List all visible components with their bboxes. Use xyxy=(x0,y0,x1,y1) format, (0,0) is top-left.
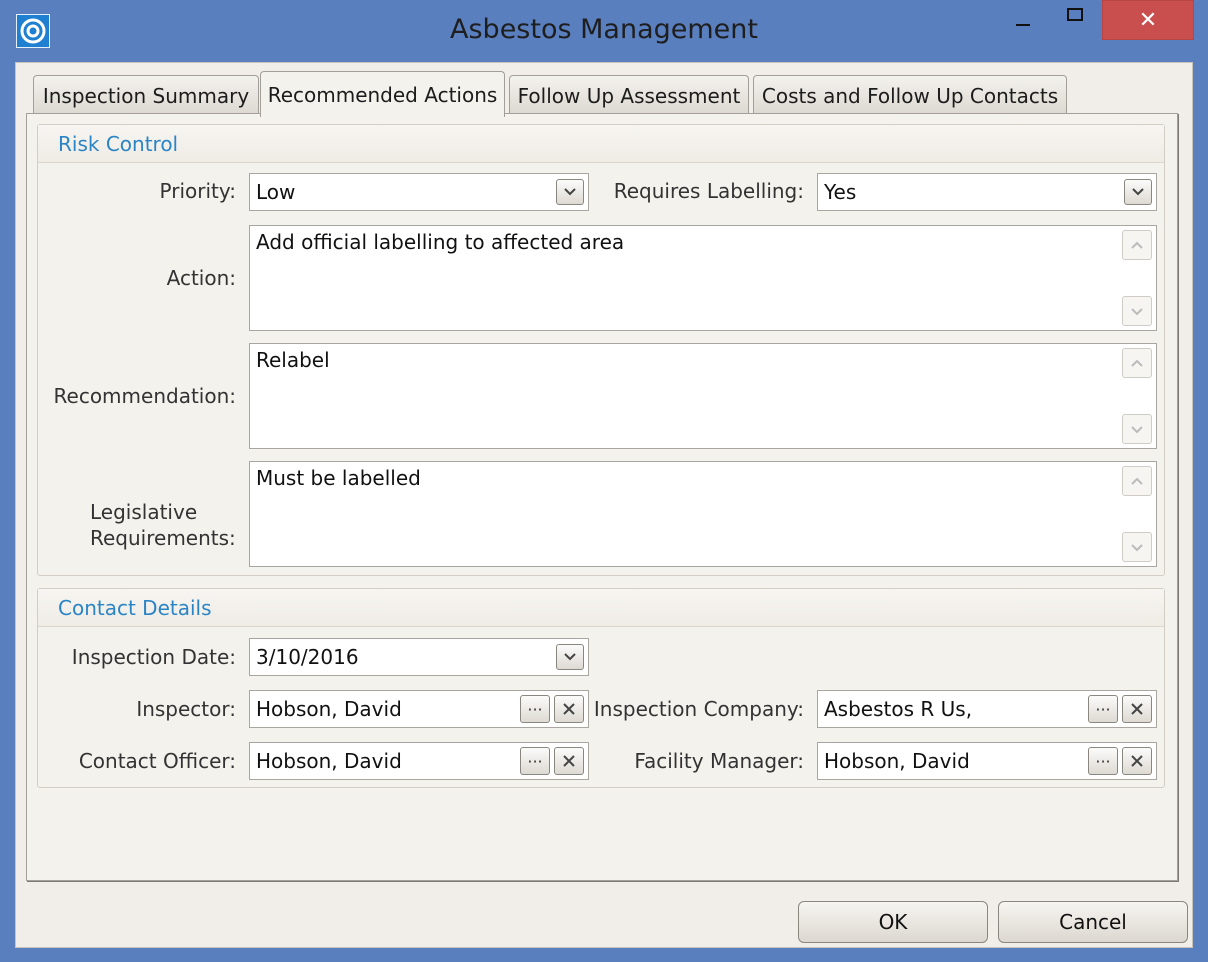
chevron-down-icon xyxy=(564,653,576,661)
contact-details-header: Contact Details xyxy=(38,589,1164,627)
maximize-button[interactable] xyxy=(1052,0,1098,40)
clear-x-icon xyxy=(563,755,575,767)
inspector-browse-button[interactable]: ··· xyxy=(520,695,550,723)
ellipsis-icon: ··· xyxy=(527,699,543,719)
tab-inspection-summary[interactable]: Inspection Summary xyxy=(33,75,259,115)
scroll-up-button[interactable] xyxy=(1122,230,1152,260)
action-value: Add official labelling to affected area xyxy=(256,230,625,254)
tab-costs-and-follow-up-contacts[interactable]: Costs and Follow Up Contacts xyxy=(753,75,1067,115)
recommendation-textarea[interactable]: Relabel xyxy=(249,343,1157,449)
risk-control-group: Risk Control Priority: Low Requires Labe… xyxy=(37,124,1165,576)
minimize-button[interactable] xyxy=(1000,0,1046,40)
legislative-label-line1: Legislative xyxy=(90,500,198,524)
inspection-date-picker[interactable]: 3/10/2016 xyxy=(249,638,589,676)
contact-details-group: Contact Details Inspection Date: 3/10/20… xyxy=(37,588,1165,788)
scroll-up-button[interactable] xyxy=(1122,466,1152,496)
ok-button[interactable]: OK xyxy=(798,901,988,943)
action-textarea[interactable]: Add official labelling to affected area xyxy=(249,225,1157,331)
chevron-up-icon xyxy=(1131,359,1143,367)
close-icon: ✕ xyxy=(1138,7,1158,33)
cancel-button[interactable]: Cancel xyxy=(998,901,1188,943)
inspection-company-label: Inspection Company: xyxy=(593,697,804,721)
chevron-down-icon xyxy=(1132,188,1144,196)
scroll-down-button[interactable] xyxy=(1122,296,1152,326)
inspection-date-label: Inspection Date: xyxy=(71,645,236,669)
chevron-down-icon xyxy=(564,188,576,196)
chevron-up-icon xyxy=(1131,477,1143,485)
facility-manager-lookup[interactable]: Hobson, David ··· xyxy=(817,742,1157,780)
chevron-up-icon xyxy=(1131,241,1143,249)
ellipsis-icon: ··· xyxy=(527,751,543,771)
facility-manager-browse-button[interactable]: ··· xyxy=(1088,747,1118,775)
inspection-company-clear-button[interactable] xyxy=(1122,695,1152,723)
risk-control-header: Risk Control xyxy=(38,125,1164,163)
requires-labelling-label: Requires Labelling: xyxy=(613,179,804,203)
clear-x-icon xyxy=(1131,703,1143,715)
maximize-icon xyxy=(1067,7,1083,21)
requires-labelling-dropdown[interactable]: Yes xyxy=(817,173,1157,211)
contact-officer-lookup[interactable]: Hobson, David ··· xyxy=(249,742,589,780)
legislative-requirements-textarea[interactable]: Must be labelled xyxy=(249,461,1157,567)
legislative-label-line2: Requirements: xyxy=(90,526,236,550)
facility-manager-label: Facility Manager: xyxy=(634,749,804,773)
scroll-down-button[interactable] xyxy=(1122,414,1152,444)
date-dropdown-button[interactable] xyxy=(556,644,584,670)
dialog-window: Inspection Summary Recommended Actions F… xyxy=(15,62,1193,948)
title-bar: Asbestos Management ✕ xyxy=(0,0,1208,62)
scroll-down-button[interactable] xyxy=(1122,532,1152,562)
legislative-requirements-label: Legislative Requirements: xyxy=(90,499,236,551)
facility-manager-clear-button[interactable] xyxy=(1122,747,1152,775)
chevron-down-icon xyxy=(1131,425,1143,433)
inspector-label: Inspector: xyxy=(136,697,236,721)
chevron-down-icon xyxy=(1131,543,1143,551)
priority-dropdown-button[interactable] xyxy=(556,179,584,205)
tab-label: Follow Up Assessment xyxy=(517,83,741,108)
clear-x-icon xyxy=(1131,755,1143,767)
inspection-date-value: 3/10/2016 xyxy=(256,645,359,669)
clear-x-icon xyxy=(563,703,575,715)
contact-officer-browse-button[interactable]: ··· xyxy=(520,747,550,775)
inspector-lookup[interactable]: Hobson, David ··· xyxy=(249,690,589,728)
scroll-up-button[interactable] xyxy=(1122,348,1152,378)
recommendation-scrollbar[interactable] xyxy=(1120,346,1154,446)
chevron-down-icon xyxy=(1131,307,1143,315)
ellipsis-icon: ··· xyxy=(1095,699,1111,719)
inspection-company-browse-button[interactable]: ··· xyxy=(1088,695,1118,723)
recommendation-label: Recommendation: xyxy=(53,384,236,408)
requires-labelling-dropdown-button[interactable] xyxy=(1124,179,1152,205)
tab-label: Inspection Summary xyxy=(42,83,250,108)
priority-value: Low xyxy=(256,180,296,204)
tab-recommended-actions[interactable]: Recommended Actions xyxy=(260,71,505,117)
legislative-scrollbar[interactable] xyxy=(1120,464,1154,564)
tab-panel: Risk Control Priority: Low Requires Labe… xyxy=(26,113,1178,881)
close-button[interactable]: ✕ xyxy=(1102,0,1194,40)
requires-labelling-value: Yes xyxy=(824,180,857,204)
tab-label: Recommended Actions xyxy=(267,82,498,107)
action-label: Action: xyxy=(166,266,236,290)
ellipsis-icon: ··· xyxy=(1095,751,1111,771)
tab-label: Costs and Follow Up Contacts xyxy=(761,83,1059,108)
recommendation-value: Relabel xyxy=(256,348,330,372)
action-scrollbar[interactable] xyxy=(1120,228,1154,328)
minimize-icon xyxy=(1016,24,1030,26)
tab-follow-up-assessment[interactable]: Follow Up Assessment xyxy=(509,75,749,115)
priority-label: Priority: xyxy=(159,179,236,203)
contact-officer-label: Contact Officer: xyxy=(78,749,236,773)
inspection-company-lookup[interactable]: Asbestos R Us, ··· xyxy=(817,690,1157,728)
priority-dropdown[interactable]: Low xyxy=(249,173,589,211)
legislative-requirements-value: Must be labelled xyxy=(256,466,421,490)
